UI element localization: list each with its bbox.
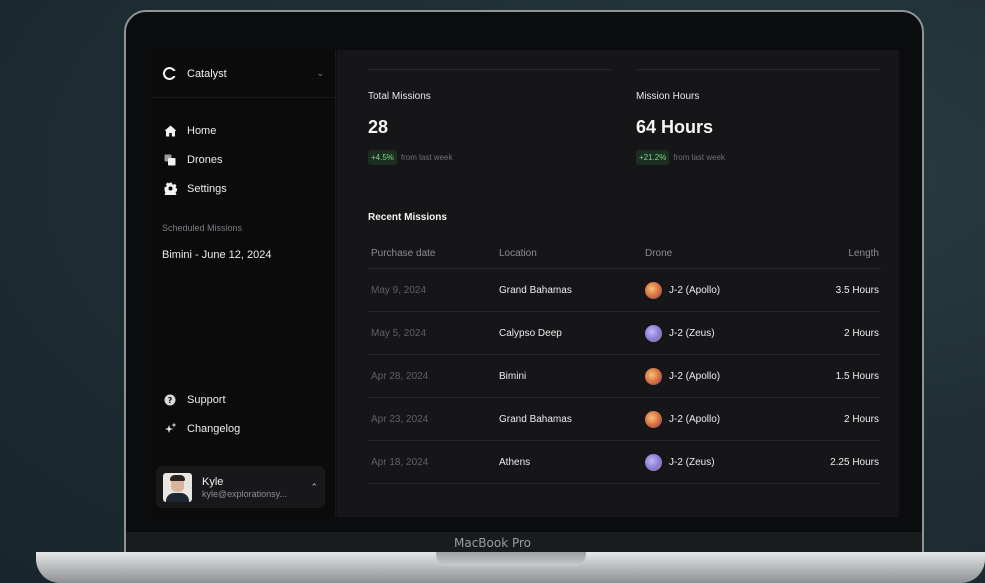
nav-label-support: Support bbox=[187, 393, 226, 406]
avatar bbox=[163, 472, 192, 502]
stat-mission-hours: Mission Hours 64 Hours +21.2% from last … bbox=[636, 69, 880, 165]
user-email: kyle@explorationsy... bbox=[202, 488, 288, 499]
stat-label: Mission Hours bbox=[636, 91, 700, 102]
cell-drone: J-2 (Apollo) bbox=[645, 410, 795, 428]
column-header-date[interactable]: Purchase date bbox=[368, 248, 499, 259]
drone-avatar-icon bbox=[645, 367, 662, 385]
workspace-switcher[interactable]: Catalyst ⌄ bbox=[151, 50, 336, 98]
stat-change: +21.2% from last week bbox=[636, 150, 725, 165]
cell-date: May 9, 2024 bbox=[371, 284, 427, 296]
drone-name: J-2 (Zeus) bbox=[669, 456, 715, 468]
cell-length: 3.5 Hours bbox=[835, 284, 879, 296]
scheduled-mission-item[interactable]: Bimini - June 12, 2024 bbox=[162, 249, 271, 261]
scheduled-missions-heading: Scheduled Missions bbox=[162, 223, 243, 233]
nav-label-home: Home bbox=[187, 124, 217, 137]
stat-value: 64 Hours bbox=[636, 117, 714, 137]
sparkle-icon bbox=[163, 422, 177, 436]
question-icon: ? bbox=[163, 393, 177, 407]
app-screen: Catalyst ⌄ Home Drones Settings Schedule… bbox=[151, 50, 899, 517]
nav-item-settings[interactable]: Settings bbox=[163, 174, 227, 203]
drone-avatar-icon bbox=[645, 324, 662, 342]
column-header-length[interactable]: Length bbox=[795, 248, 881, 259]
table-row[interactable]: Apr 23, 2024 Grand Bahamas J-2 (Apollo) 2 H… bbox=[368, 398, 881, 441]
missions-table: Purchase date Location Drone Length May … bbox=[368, 239, 881, 484]
cell-location: Calypso Deep bbox=[499, 327, 562, 339]
table-row[interactable]: May 5, 2024 Calypso Deep J-2 (Zeus) 2 Hours bbox=[368, 312, 881, 355]
cell-drone: J-2 (Apollo) bbox=[645, 281, 795, 299]
bottom-nav: ? Support Changelog bbox=[163, 385, 240, 443]
sidebar: Catalyst ⌄ Home Drones Settings Schedule… bbox=[151, 50, 336, 517]
change-badge: +4.5% bbox=[368, 150, 397, 165]
nav-label-settings: Settings bbox=[187, 182, 227, 195]
stat-total-missions: Total Missions 28 +4.5% from last week bbox=[368, 69, 612, 165]
table-row[interactable]: Apr 18, 2024 Athens J-2 (Zeus) 2.25 Hours bbox=[368, 441, 881, 484]
drone-avatar-icon bbox=[645, 410, 662, 428]
user-name: Kyle bbox=[202, 475, 224, 488]
drone-name: J-2 (Apollo) bbox=[669, 284, 721, 296]
user-menu[interactable]: Kyle kyle@explorationsy... ⌃ bbox=[156, 466, 325, 508]
nav-label-drones: Drones bbox=[187, 153, 223, 166]
cell-drone: J-2 (Zeus) bbox=[645, 324, 795, 342]
cell-length: 2 Hours bbox=[843, 327, 879, 339]
nav-label-changelog: Changelog bbox=[187, 422, 241, 435]
gear-icon bbox=[163, 182, 177, 196]
drone-avatar-icon bbox=[645, 281, 662, 299]
stat-value: 28 bbox=[368, 117, 389, 137]
nav-item-changelog[interactable]: Changelog bbox=[163, 414, 240, 443]
drone-avatar-icon bbox=[645, 453, 662, 471]
table-row[interactable]: Apr 28, 2024 Bimini J-2 (Apollo) 1.5 Hours bbox=[368, 355, 881, 398]
change-note: from last week bbox=[400, 153, 453, 162]
cell-date: Apr 28, 2024 bbox=[371, 370, 429, 382]
change-note: from last week bbox=[673, 153, 725, 162]
home-icon bbox=[163, 124, 177, 138]
nav-item-support[interactable]: ? Support bbox=[163, 385, 240, 414]
table-header: Purchase date Location Drone Length bbox=[368, 239, 881, 269]
cell-length: 1.5 Hours bbox=[835, 370, 879, 382]
cell-location: Athens bbox=[499, 456, 531, 468]
change-badge: +21.2% bbox=[636, 150, 670, 165]
stat-change: +4.5% from last week bbox=[368, 150, 452, 165]
workspace-name: Catalyst bbox=[187, 67, 227, 80]
drone-name: J-2 (Apollo) bbox=[669, 413, 721, 425]
catalyst-logo-icon bbox=[163, 67, 177, 80]
svg-text:?: ? bbox=[168, 396, 173, 405]
cell-length: 2 Hours bbox=[843, 413, 879, 425]
model-label: MacBook Pro bbox=[453, 536, 532, 550]
cell-location: Bimini bbox=[499, 370, 527, 382]
recent-missions-title: Recent Missions bbox=[368, 212, 447, 223]
cell-drone: J-2 (Apollo) bbox=[645, 367, 795, 385]
drone-name: J-2 (Apollo) bbox=[669, 370, 721, 382]
nav-item-home[interactable]: Home bbox=[163, 116, 227, 145]
table-row[interactable]: May 9, 2024 Grand Bahamas J-2 (Apollo) 3.5 … bbox=[368, 269, 881, 312]
cell-drone: J-2 (Zeus) bbox=[645, 453, 795, 471]
laptop-notch bbox=[436, 552, 586, 566]
main-content: Total Missions 28 +4.5% from last week M… bbox=[337, 50, 899, 517]
cell-date: May 5, 2024 bbox=[371, 327, 427, 339]
drone-name: J-2 (Zeus) bbox=[669, 327, 715, 339]
cell-length: 2.25 Hours bbox=[830, 456, 879, 468]
column-header-location[interactable]: Location bbox=[499, 248, 645, 259]
chevron-up-icon: ⌃ bbox=[310, 481, 318, 492]
cell-date: Apr 23, 2024 bbox=[371, 413, 429, 425]
column-header-drone[interactable]: Drone bbox=[645, 248, 795, 259]
cell-location: Grand Bahamas bbox=[499, 284, 572, 296]
chevron-down-icon: ⌄ bbox=[316, 68, 324, 78]
cell-location: Grand Bahamas bbox=[499, 413, 572, 425]
cell-date: Apr 18, 2024 bbox=[371, 456, 429, 468]
main-nav: Home Drones Settings bbox=[163, 116, 227, 203]
nav-item-drones[interactable]: Drones bbox=[163, 145, 227, 174]
stat-label: Total Missions bbox=[368, 91, 431, 102]
squares-icon bbox=[163, 153, 177, 167]
